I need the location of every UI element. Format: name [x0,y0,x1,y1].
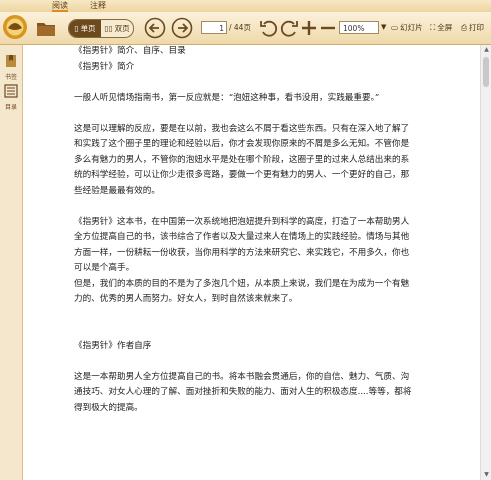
rotate-left-icon [260,20,278,37]
print-button[interactable]: ⎙ 打印 [461,21,484,35]
rotate-right-button[interactable] [278,17,300,39]
slideshow-button[interactable]: ▭ 幻灯片 [391,21,423,35]
doc-paragraph: 《指男针》这本书，在中国第一次系统地把泡妞提升到科学的高度，打造了一本帮助男人全… [74,216,410,274]
doc-paragraph [74,354,416,370]
doc-paragraph [74,75,416,91]
arrow-left-icon [144,17,166,39]
scroll-up-icon[interactable]: ▲ [481,45,491,55]
menu-tabs: 阅读 注释 [52,0,106,12]
page-total: / 44页 [229,23,251,32]
doc-paragraph: 但是，我们的本质的目的不是为了多泡几个妞，从本质上来说，我们是在为成为一个有魅力… [74,278,410,305]
doc-paragraph [74,199,416,215]
tab-read[interactable]: 阅读 [52,0,68,12]
sidebar-item-bookmarks[interactable]: 书签 [2,53,20,81]
rotate-left-button[interactable] [258,17,280,39]
doc-heading: 《指男针》作者自序 [74,340,152,351]
chevron-down-icon[interactable]: ▼ [381,21,390,34]
minus-icon [321,26,335,30]
arrow-right-icon [171,17,193,39]
app-logo [2,12,28,42]
doc-title: 《指男针》简介、自序、目录 [74,46,186,56]
vertical-scrollbar[interactable]: ▲ ▼ [480,45,491,480]
zoom-out-button[interactable] [317,17,339,39]
doc-paragraph: 这是一本帮助男人全方位提高自己的书。将本书融会贯通后，你的自信、魅力、气质、沟通… [74,371,412,413]
tab-annotate[interactable]: 注释 [90,0,106,12]
single-page-icon: ▯ [74,24,79,33]
open-folder-button[interactable] [35,17,57,39]
previous-page-button[interactable] [144,17,166,39]
bookmark-icon [6,55,16,67]
doc-paragraph: 一般人听见情场指南书，第一反应就是：“泡妞这种事，看书没用，实践最重要。” [74,92,380,103]
doc-paragraph [74,323,416,339]
fullscreen-icon: ⛶ [430,23,436,32]
zoom-select[interactable]: 100% [339,21,379,34]
doc-heading: 《指男针》简介 [74,61,135,72]
rotate-right-icon [280,20,298,37]
single-page-button[interactable]: ▯ 单页 [69,20,101,37]
doc-paragraph: 这是可以理解的反应，要是在以前，我也会这么不屑于看这些东西。只有在深入地了解了和… [74,123,410,196]
double-page-icon: ▯▯ [104,24,113,33]
slideshow-icon: ▭ [391,23,399,32]
list-icon [4,84,18,98]
scroll-down-icon[interactable]: ▼ [481,470,491,480]
sidebar-item-contents[interactable]: 目录 [2,83,20,111]
doc-paragraph [74,308,416,324]
doc-paragraph [74,106,416,122]
printer-icon: ⎙ [461,23,467,32]
next-page-button[interactable] [171,17,193,39]
page-number-input[interactable]: 1 [201,21,227,34]
fullscreen-button[interactable]: ⛶ 全屏 [430,21,452,35]
folder-icon [37,23,55,36]
double-page-button[interactable]: ▯▯ 双页 [101,20,133,37]
scrollbar-thumb[interactable] [483,57,489,87]
sidebar: 书签 目录 [0,45,23,480]
page-mode-toggle: ▯ 单页 ▯▯ 双页 [68,19,134,38]
document-page: 《指男针》简介、自序、目录 《指男针》简介 一般人听见情场指南书，第一反应就是：… [74,44,416,416]
